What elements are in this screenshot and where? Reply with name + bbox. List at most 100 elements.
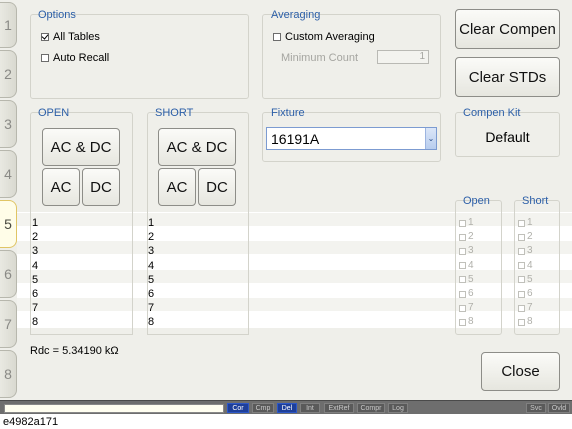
checkbox-unchecked-icon — [459, 262, 466, 270]
tab-6[interactable]: 6 — [0, 250, 17, 298]
tab-8[interactable]: 8 — [0, 350, 17, 398]
status-log: Log — [388, 403, 408, 413]
open-ac-button[interactable]: AC — [42, 168, 80, 206]
short-check-6[interactable]: 6 — [518, 287, 533, 301]
status-cor: Cor — [227, 403, 249, 413]
check-label: 5 — [468, 273, 474, 285]
auto-recall-checkbox[interactable]: Auto Recall — [41, 52, 109, 64]
open-check-8[interactable]: 8 — [459, 315, 474, 329]
tab-label: 6 — [4, 266, 12, 282]
open-check-5[interactable]: 5 — [459, 273, 474, 287]
checkbox-unchecked-icon — [459, 276, 466, 284]
short-ac-button[interactable]: AC — [158, 168, 196, 206]
compensation-dialog: 1 2 3 4 5 6 7 8 Options All Tables Auto … — [0, 0, 572, 400]
tab-label: 4 — [4, 166, 12, 182]
clear-stds-button[interactable]: Clear STDs — [455, 57, 560, 97]
tab-1[interactable]: 1 — [0, 2, 17, 48]
open-check-list: 1 2 3 4 5 6 7 8 — [459, 216, 474, 330]
close-button[interactable]: Close — [481, 352, 560, 391]
minimum-count-input[interactable]: 1 — [377, 50, 429, 64]
tab-label: 8 — [4, 366, 12, 382]
check-label: 8 — [468, 316, 474, 328]
short-check-1[interactable]: 1 — [518, 216, 533, 230]
fixture-title: Fixture — [271, 107, 305, 119]
check-label: 5 — [527, 273, 533, 285]
tab-4[interactable]: 4 — [0, 150, 17, 198]
checkbox-unchecked-icon — [41, 54, 49, 62]
open-check-4[interactable]: 4 — [459, 259, 474, 273]
short-check-2[interactable]: 2 — [518, 230, 533, 244]
check-label: 7 — [468, 302, 474, 314]
auto-recall-label: Auto Recall — [53, 52, 110, 64]
custom-averaging-checkbox[interactable]: Custom Averaging — [273, 31, 375, 43]
checkbox-unchecked-icon — [459, 290, 466, 298]
check-label: 2 — [468, 231, 474, 243]
check-label: 4 — [527, 259, 533, 271]
tab-label: 2 — [4, 66, 12, 82]
status-cmp: Cmp — [252, 403, 274, 413]
checkbox-checked-icon — [41, 33, 49, 41]
open-check-2[interactable]: 2 — [459, 230, 474, 244]
checkbox-unchecked-icon — [518, 319, 525, 327]
open-check-1[interactable]: 1 — [459, 216, 474, 230]
tab-label: 5 — [4, 216, 12, 232]
status-ovld: Ovld — [548, 403, 570, 413]
compen-kit-value: Default — [485, 129, 530, 145]
short-check-list: 1 2 3 4 5 6 7 8 — [518, 216, 533, 330]
checkbox-unchecked-icon — [518, 233, 525, 241]
short-check-7[interactable]: 7 — [518, 301, 533, 315]
tab-3[interactable]: 3 — [0, 100, 17, 148]
check-label: 2 — [527, 231, 533, 243]
checkbox-unchecked-icon — [518, 219, 525, 227]
checkbox-unchecked-icon — [459, 233, 466, 241]
tab-2[interactable]: 2 — [0, 50, 17, 98]
fixture-selected-value: 16191A — [271, 130, 320, 147]
check-label: 8 — [527, 316, 533, 328]
status-message-field — [4, 404, 224, 413]
short-check-4[interactable]: 4 — [518, 259, 533, 273]
checkbox-unchecked-icon — [518, 276, 525, 284]
check-label: 4 — [468, 259, 474, 271]
open-column-frame — [30, 212, 133, 335]
figure-caption: e4982a171 — [3, 416, 59, 428]
open-dc-button[interactable]: DC — [82, 168, 120, 206]
chevron-down-icon[interactable]: ⌄ — [425, 128, 436, 149]
checkbox-unchecked-icon — [518, 248, 525, 255]
averaging-title: Averaging — [271, 9, 321, 21]
checkbox-unchecked-icon — [518, 262, 525, 270]
all-tables-label: All Tables — [53, 31, 100, 43]
open-acdc-button[interactable]: AC & DC — [42, 128, 120, 166]
open-check-7[interactable]: 7 — [459, 301, 474, 315]
short-dc-button[interactable]: DC — [198, 168, 236, 206]
check-label: 6 — [468, 288, 474, 300]
check-label: 3 — [468, 245, 474, 257]
tab-label: 3 — [4, 116, 12, 132]
tab-7[interactable]: 7 — [0, 300, 17, 348]
checkbox-unchecked-icon — [518, 290, 525, 298]
status-int: Int — [300, 403, 320, 413]
compen-kit-title: Compen Kit — [463, 107, 521, 119]
short-check-5[interactable]: 5 — [518, 273, 533, 287]
all-tables-checkbox[interactable]: All Tables — [41, 31, 100, 43]
short-acdc-button[interactable]: AC & DC — [158, 128, 236, 166]
clear-compen-button[interactable]: Clear Compen — [455, 9, 560, 49]
rdc-readout: Rdc = 5.34190 kΩ — [30, 345, 119, 357]
short-check-8[interactable]: 8 — [518, 315, 533, 329]
fixture-select[interactable]: 16191A ⌄ — [266, 127, 437, 150]
checkbox-unchecked-icon — [273, 33, 281, 41]
open-check-3[interactable]: 3 — [459, 244, 474, 258]
check-label: 1 — [527, 217, 533, 228]
check-label: 1 — [468, 217, 474, 228]
checkbox-unchecked-icon — [459, 304, 466, 312]
checkbox-unchecked-icon — [459, 248, 466, 255]
short-check-3[interactable]: 3 — [518, 244, 533, 258]
open-col-title: Open — [463, 195, 490, 207]
options-title: Options — [38, 9, 76, 21]
status-svc: Svc — [526, 403, 546, 413]
tab-5[interactable]: 5 — [0, 200, 17, 248]
status-extref: ExtRef — [324, 403, 354, 413]
short-title: SHORT — [155, 107, 194, 119]
open-check-6[interactable]: 6 — [459, 287, 474, 301]
custom-averaging-label: Custom Averaging — [285, 31, 375, 43]
check-label: 3 — [527, 245, 533, 257]
